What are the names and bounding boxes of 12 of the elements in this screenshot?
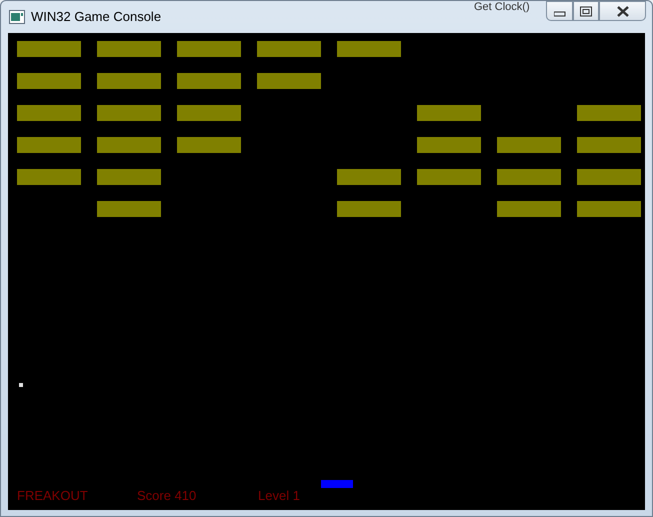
window-title: WIN32 Game Console bbox=[31, 8, 162, 26]
minimize-button[interactable] bbox=[546, 1, 573, 21]
maximize-icon bbox=[580, 6, 592, 16]
close-icon bbox=[616, 6, 628, 16]
maximize-button[interactable] bbox=[573, 1, 599, 21]
status-text: Level 1 bbox=[258, 487, 300, 505]
app-icon bbox=[9, 10, 25, 24]
background-text: Get Clock() bbox=[472, 1, 532, 13]
status-text: Score 410 bbox=[137, 487, 196, 505]
status-text: FREAKOUT bbox=[17, 487, 88, 505]
close-button[interactable] bbox=[599, 1, 646, 21]
paddle bbox=[321, 480, 353, 488]
